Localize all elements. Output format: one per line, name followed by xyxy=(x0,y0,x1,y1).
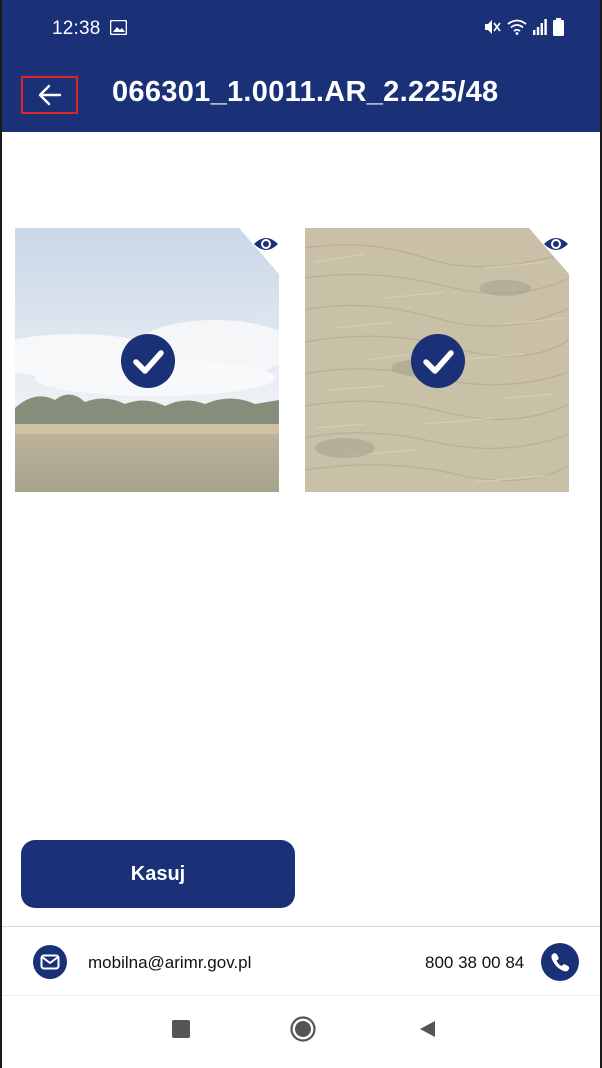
eye-icon[interactable] xyxy=(253,234,279,254)
page-title: 066301_1.0011.AR_2.225/48 xyxy=(112,76,499,108)
status-bar: 12:38 xyxy=(0,0,602,56)
arrow-left-icon xyxy=(38,84,61,106)
check-circle-icon xyxy=(121,334,175,388)
phone-icon[interactable] xyxy=(541,943,579,981)
back-button[interactable] xyxy=(21,76,78,114)
mail-icon[interactable] xyxy=(33,945,67,979)
phone-link[interactable]: 800 38 00 84 xyxy=(425,953,524,973)
recents-icon[interactable] xyxy=(172,1020,190,1038)
home-icon[interactable] xyxy=(290,1016,316,1042)
email-link[interactable]: mobilna@arimr.gov.pl xyxy=(88,953,251,973)
app-bar: 066301_1.0011.AR_2.225/48 xyxy=(0,56,602,132)
delete-button[interactable]: Kasuj xyxy=(21,840,295,908)
battery-icon xyxy=(553,18,564,36)
system-nav-bar xyxy=(0,996,602,1068)
photo-tile-1[interactable] xyxy=(15,228,279,492)
nav-back-icon[interactable] xyxy=(418,1020,436,1038)
check-circle-icon xyxy=(411,334,465,388)
signal-icon xyxy=(533,19,547,35)
frame-edge-left xyxy=(0,0,2,1068)
mute-icon xyxy=(485,20,501,34)
contact-footer: mobilna@arimr.gov.pl 800 38 00 84 xyxy=(0,927,602,995)
eye-icon[interactable] xyxy=(543,234,569,254)
status-icons xyxy=(483,18,564,36)
photo-tile-2[interactable] xyxy=(305,228,569,492)
gallery-icon xyxy=(110,20,127,35)
wifi-icon xyxy=(507,19,527,35)
status-time: 12:38 xyxy=(52,18,101,39)
